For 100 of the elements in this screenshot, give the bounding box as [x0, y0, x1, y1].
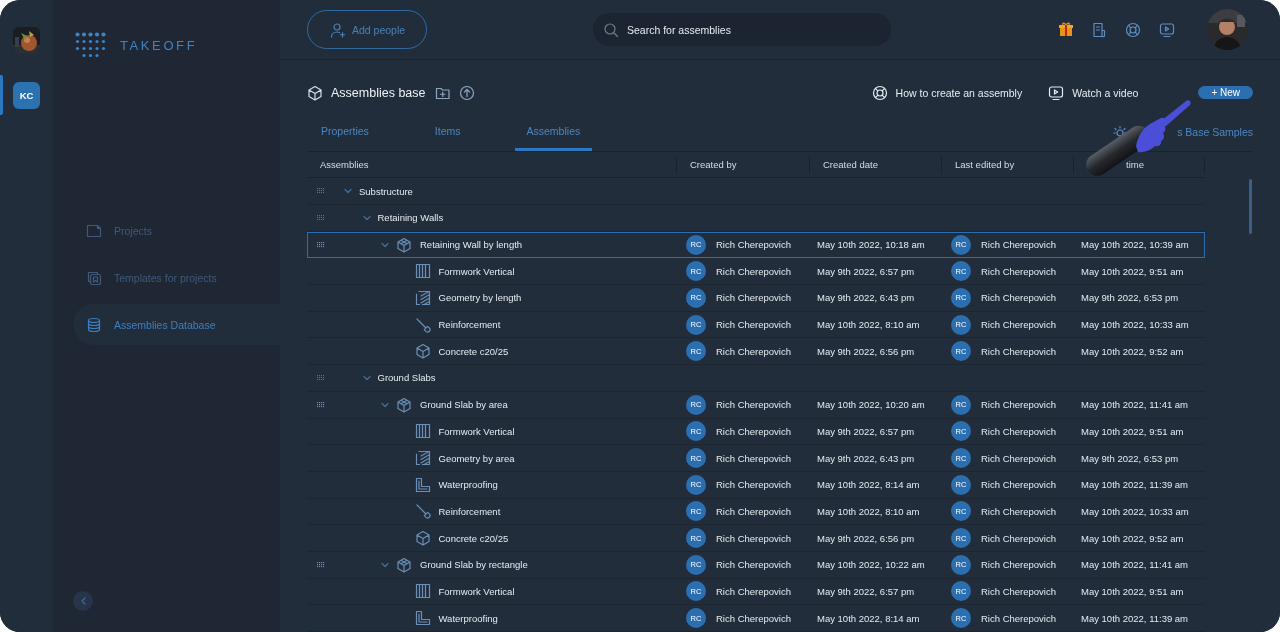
logo-text: TAKEOFF: [120, 37, 198, 53]
page-title: Assemblies base: [331, 85, 426, 100]
date-text: May 10th 2022, 9:52 am: [1081, 532, 1184, 544]
date-text: May 10th 2022, 8:10 am: [817, 505, 920, 517]
drag-handle-icon[interactable]: [317, 374, 325, 381]
user-name: Rich Cherepovich: [716, 345, 791, 357]
database-icon: [86, 316, 102, 333]
hatched-frame-icon: [414, 450, 431, 467]
assembly-name: Ground Slab by rectangle: [420, 559, 528, 571]
date-text: May 10th 2022, 10:22 am: [817, 559, 925, 571]
assembly-name: Ground Slab by area: [420, 399, 508, 411]
date-text: May 10th 2022, 8:14 am: [817, 612, 920, 624]
new-button[interactable]: + New: [1198, 86, 1253, 100]
user-plus-icon: [330, 21, 346, 38]
assembly-name: Waterproofing: [438, 612, 498, 624]
video-link[interactable]: Watch a video: [1048, 84, 1139, 101]
table-row[interactable]: Retaining Walls: [307, 205, 1205, 232]
user-name: Rich Cherepovich: [716, 532, 791, 544]
tab[interactable]: Properties: [309, 113, 381, 151]
workspace-badge[interactable]: KC: [13, 82, 40, 109]
assembly-name: Substructure: [359, 185, 413, 197]
date-text: May 9th 2022, 6:43 pm: [817, 452, 915, 464]
user-name: Rich Cherepovich: [716, 292, 791, 304]
cube-icon: [396, 396, 412, 413]
tab[interactable]: Assemblies: [514, 113, 593, 151]
samples-link[interactable]: s Base Samples: [1177, 126, 1253, 139]
assembly-name: Ground Slabs: [377, 372, 436, 384]
user-name: Rich Cherepovich: [716, 612, 791, 624]
user-name: Rich Cherepovich: [981, 505, 1056, 517]
date-text: May 10th 2022, 10:33 am: [1081, 319, 1189, 331]
drag-handle-icon[interactable]: [317, 401, 325, 408]
lifebuoy-icon[interactable]: [1125, 21, 1141, 38]
upload-icon[interactable]: [458, 84, 475, 101]
user-name: Rich Cherepovich: [716, 585, 791, 597]
cube-icon: [396, 236, 412, 253]
date-text: May 9th 2022, 6:53 pm: [1081, 452, 1179, 464]
date-text: May 9th 2022, 6:56 pm: [817, 345, 915, 357]
logo-icon: [75, 32, 106, 58]
user-name: Rich Cherepovich: [981, 239, 1056, 251]
date-text: May 10th 2022, 10:39 am: [1081, 239, 1189, 251]
column-header: Assemblies: [320, 159, 369, 171]
drag-handle-icon[interactable]: [317, 241, 325, 248]
drag-handle-icon[interactable]: [317, 561, 325, 568]
table-row[interactable]: Substructure: [307, 178, 1205, 205]
date-text: May 10th 2022, 11:39 am: [1081, 479, 1189, 491]
user-name: Rich Cherepovich: [716, 505, 791, 517]
user-name: Rich Cherepovich: [981, 399, 1056, 411]
assembly-name: Geometry by length: [438, 292, 522, 304]
drag-handle-icon[interactable]: [317, 188, 325, 195]
user-name: Rich Cherepovich: [981, 559, 1056, 571]
date-text: May 10th 2022, 11:41 am: [1081, 559, 1189, 571]
date-text: May 9th 2022, 6:57 pm: [817, 265, 915, 277]
search-icon: [603, 21, 619, 38]
assembly-name: Concrete c20/25: [438, 345, 509, 357]
assembly-name: Retaining Wall by length: [420, 239, 523, 251]
templates-icon: [86, 269, 102, 286]
date-text: May 10th 2022, 8:14 am: [817, 479, 920, 491]
date-text: May 10th 2022, 9:51 am: [1081, 585, 1184, 597]
column-header: Last edited by: [955, 159, 1015, 171]
assembly-name: Reinforcement: [438, 319, 501, 331]
user-name: Rich Cherepovich: [981, 452, 1056, 464]
formwork-icon: [414, 263, 431, 280]
gift-icon[interactable]: [1059, 22, 1073, 37]
table-row[interactable]: Ground Slabs: [307, 365, 1205, 392]
lifebuoy-icon: [871, 84, 888, 101]
user-name: Rich Cherepovich: [981, 345, 1056, 357]
user-name: Rich Cherepovich: [716, 425, 791, 437]
user-name: Rich Cherepovich: [716, 319, 791, 331]
date-text: May 10th 2022, 9:51 am: [1081, 425, 1184, 437]
date-text: May 10th 2022, 9:51 am: [1081, 265, 1184, 277]
user-name: Rich Cherepovich: [981, 585, 1056, 597]
cube-icon: [396, 556, 412, 573]
scrollbar[interactable]: [1249, 178, 1252, 234]
video-icon: [1048, 84, 1065, 101]
user-name: Rich Cherepovich: [981, 612, 1056, 624]
date-text: May 10th 2022, 10:33 am: [1081, 505, 1189, 517]
assembly-name: Reinforcement: [438, 505, 501, 517]
user-name: Rich Cherepovich: [981, 425, 1056, 437]
assembly-name: Formwork Vertical: [438, 265, 515, 277]
assembly-name: Geometry by area: [438, 452, 515, 464]
assembly-name: Retaining Walls: [377, 212, 444, 224]
user-name: Rich Cherepovich: [981, 265, 1056, 277]
search-field[interactable]: Search for assemblies: [593, 13, 891, 46]
assembly-name: Waterproofing: [438, 479, 498, 491]
help-link[interactable]: How to create an assembly: [871, 84, 1023, 101]
video-icon[interactable]: [1159, 21, 1175, 38]
date-text: May 10th 2022, 9:52 am: [1081, 345, 1184, 357]
date-text: May 10th 2022, 10:18 am: [817, 239, 925, 251]
cube-icon: [414, 530, 431, 547]
date-text: May 9th 2022, 6:56 pm: [817, 532, 915, 544]
page-icon: [86, 222, 102, 239]
column-header: Created by: [690, 159, 737, 171]
user-name: Rich Cherepovich: [981, 479, 1056, 491]
user-name: Rich Cherepovich: [716, 265, 791, 277]
formwork-icon: [414, 423, 431, 440]
user-name: Rich Cherepovich: [716, 239, 791, 251]
tab[interactable]: Items: [422, 113, 473, 151]
date-text: May 9th 2022, 6:53 pm: [1081, 292, 1179, 304]
document-icon[interactable]: [1091, 21, 1107, 38]
drag-handle-icon[interactable]: [317, 214, 325, 221]
